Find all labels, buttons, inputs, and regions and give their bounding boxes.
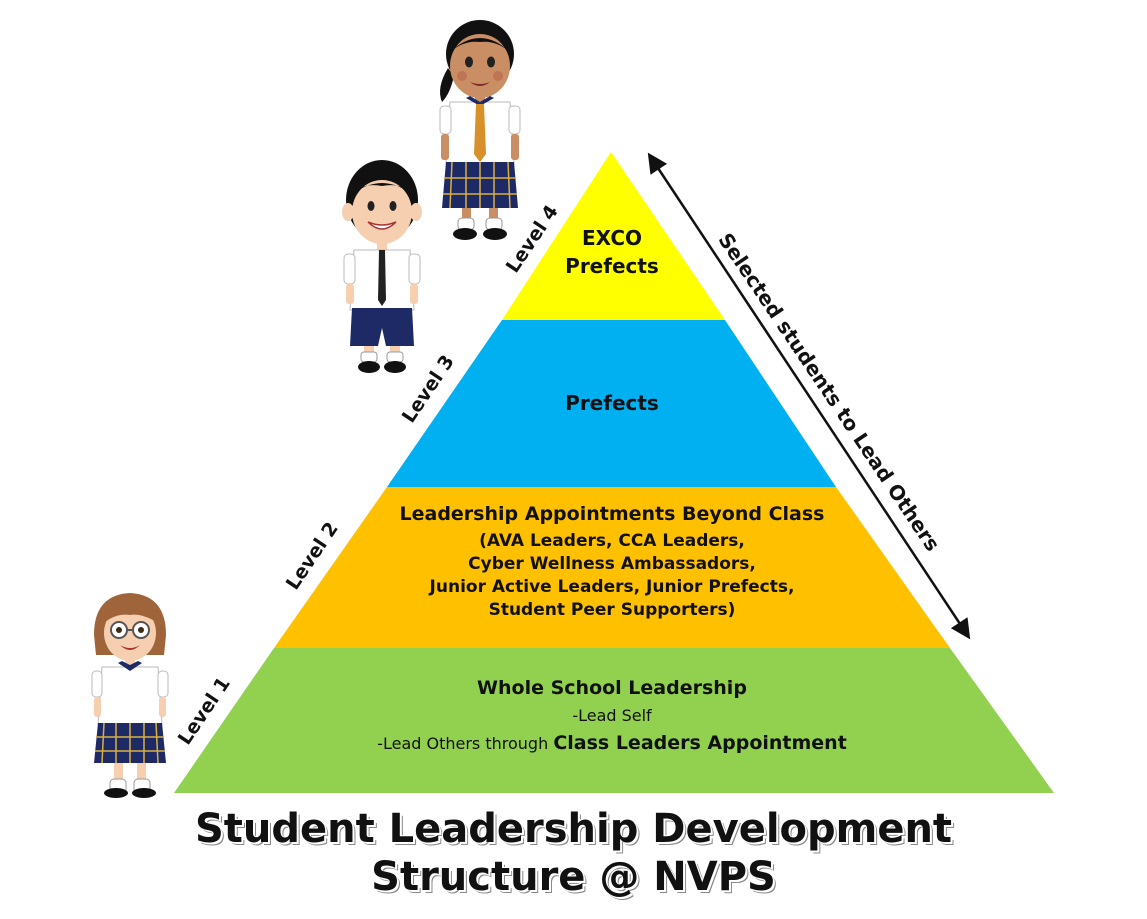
tier-2-line-4: Junior Active Leaders, Junior Prefects,: [429, 577, 795, 597]
tier-1-line-1: Whole School Leadership: [477, 677, 747, 699]
tier-4-label: EXCO Prefects: [552, 228, 672, 276]
student-girl-glasses-icon: [91, 593, 169, 798]
tier-4-line-1: EXCO: [581, 226, 643, 250]
student-boy-icon: [342, 160, 422, 373]
diagram-title-line-2: Structure @ NVPS: [371, 854, 776, 900]
tier-2-line-2: (AVA Leaders, CCA Leaders,: [479, 531, 745, 551]
tier-2-label: Leadership Appointments Beyond Class (AV…: [362, 505, 862, 619]
tier-3-label: Prefects: [512, 393, 712, 413]
tier-2-line-3: Cyber Wellness Ambassadors,: [468, 554, 756, 574]
tier-1-line-3a: -Lead Others through: [377, 734, 554, 753]
tier-4-line-2: Prefects: [565, 254, 659, 278]
tier-2-line-1: Leadership Appointments Beyond Class: [399, 503, 825, 525]
tier-1-line-3b: Class Leaders Appointment: [553, 732, 847, 754]
diagram-title-line-1: Student Leadership Development: [194, 806, 953, 852]
tier-3-line-1: Prefects: [565, 391, 659, 415]
tier-2-line-5: Student Peer Supporters): [488, 600, 736, 620]
tier-1-line-2: -Lead Self: [572, 706, 652, 725]
student-girl-icon: [439, 20, 521, 240]
pyramid-diagram: EXCO Prefects Prefects Leadership Appoin…: [0, 0, 1147, 919]
pyramid-graphics: [91, 20, 1054, 798]
tier-1-label: Whole School Leadership -Lead Self -Lead…: [312, 679, 912, 753]
tier-1-line-3: -Lead Others through Class Leaders Appoi…: [312, 734, 912, 753]
